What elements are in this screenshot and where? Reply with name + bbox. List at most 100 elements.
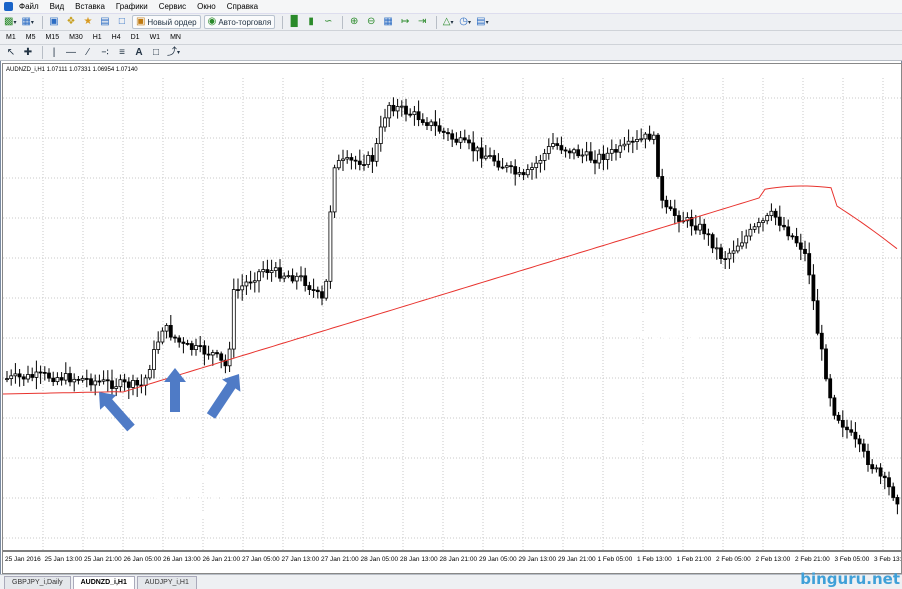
candle-body bbox=[336, 160, 341, 169]
timeframe-d1[interactable]: D1 bbox=[129, 34, 142, 41]
candle-body bbox=[341, 158, 345, 161]
candle-body bbox=[786, 226, 791, 237]
candle-body bbox=[194, 345, 198, 350]
timeframe-h1[interactable]: H1 bbox=[91, 34, 104, 41]
candle-body bbox=[433, 121, 438, 127]
menu-charts[interactable]: Графики bbox=[116, 1, 148, 13]
candle-body bbox=[252, 280, 257, 283]
candle-body bbox=[231, 289, 236, 350]
candle-body bbox=[509, 165, 513, 168]
zoom-in-icon[interactable]: ⊕ bbox=[347, 15, 361, 29]
candle-body bbox=[811, 274, 816, 302]
new-chart-button[interactable]: ▩ ▾ bbox=[3, 15, 17, 29]
candle-body bbox=[26, 374, 30, 380]
candle-body bbox=[601, 153, 606, 160]
candle-body bbox=[366, 155, 371, 165]
text-label-icon[interactable]: □ bbox=[149, 46, 163, 60]
text-tool-icon[interactable]: A bbox=[132, 46, 146, 60]
new-order-button[interactable]: ▣ Новый ордер bbox=[131, 15, 201, 29]
candle-body bbox=[714, 247, 719, 250]
candle-body bbox=[114, 386, 119, 389]
candle-body bbox=[446, 132, 450, 135]
candle-body bbox=[563, 149, 568, 152]
navigator-icon[interactable]: ★ bbox=[81, 15, 95, 29]
tab-gbpjpy[interactable]: GBPJPY_i,Daily bbox=[4, 576, 71, 589]
candle-body bbox=[723, 258, 728, 261]
terminal-icon[interactable]: ▤ bbox=[98, 15, 112, 29]
crosshair-icon[interactable]: ✚ bbox=[21, 46, 35, 60]
candle-body bbox=[605, 152, 610, 160]
timeframe-w1[interactable]: W1 bbox=[148, 34, 163, 41]
candle-body bbox=[542, 153, 547, 161]
tab-audnzd[interactable]: AUDNZD_i,H1 bbox=[72, 576, 135, 589]
candle-body bbox=[362, 164, 366, 166]
candle-body bbox=[395, 106, 400, 112]
cloud-line: от поставщиков bbox=[613, 363, 717, 379]
cloud-line: межбанковского рынка bbox=[590, 437, 740, 453]
cloud-line: котировок. bbox=[629, 382, 701, 397]
candle-body bbox=[782, 224, 786, 228]
timeframe-h4[interactable]: H4 bbox=[110, 34, 123, 41]
candle-body bbox=[719, 247, 723, 260]
candle-body bbox=[618, 145, 623, 153]
candle-body bbox=[882, 475, 887, 479]
auto-trading-button[interactable]: ◉ Авто-торговля bbox=[203, 15, 276, 29]
cursor-icon[interactable]: ↖ bbox=[4, 46, 18, 60]
chart-tab-bar: GBPJPY_i,Daily AUDNZD_i,H1 AUDJPY_i,H1 bbox=[0, 574, 902, 589]
profiles-button[interactable]: ▦ ▾ bbox=[20, 15, 34, 29]
candle-body bbox=[408, 113, 413, 116]
candle-body bbox=[299, 275, 303, 278]
channel-icon[interactable]: ∹ bbox=[98, 46, 112, 60]
templates-icon[interactable]: ▤ ▾ bbox=[475, 15, 489, 29]
line-chart-icon[interactable]: ∽ bbox=[321, 15, 335, 29]
candle-body bbox=[769, 210, 774, 217]
x-axis-label: 1 Feb 05:00 bbox=[598, 556, 633, 563]
menu-file[interactable]: Файл bbox=[19, 1, 39, 13]
timeframe-m5[interactable]: M5 bbox=[24, 34, 38, 41]
menu-window[interactable]: Окно bbox=[197, 1, 216, 13]
candle-body bbox=[731, 250, 736, 254]
x-axis-label: 3 Feb 05:00 bbox=[835, 556, 870, 563]
menu-help[interactable]: Справка bbox=[227, 1, 258, 13]
bar-chart-icon[interactable]: █ bbox=[287, 15, 301, 29]
zoom-out-icon[interactable]: ⊖ bbox=[364, 15, 378, 29]
timeframe-m30[interactable]: M30 bbox=[67, 34, 85, 41]
market-watch-icon[interactable]: ▣ bbox=[47, 15, 61, 29]
candle-body bbox=[467, 139, 471, 144]
data-window-icon[interactable]: ❖ bbox=[64, 15, 78, 29]
timeframe-m1[interactable]: M1 bbox=[4, 34, 18, 41]
tester-icon[interactable]: □ bbox=[115, 15, 129, 29]
candles-icon[interactable]: ▮ bbox=[304, 15, 318, 29]
fibonacci-icon[interactable]: ≡ bbox=[115, 46, 129, 60]
candle-body bbox=[383, 117, 387, 128]
menu-tools[interactable]: Сервис bbox=[159, 1, 186, 13]
candle-body bbox=[488, 155, 492, 157]
candle-body bbox=[609, 149, 614, 154]
arrow-middle bbox=[164, 368, 186, 412]
candle-body bbox=[198, 345, 203, 347]
auto-scroll-icon[interactable]: ↦ bbox=[398, 15, 412, 29]
arrows-icon[interactable]: ⤴ ▾ bbox=[166, 46, 181, 60]
tile-windows-icon[interactable]: ▦ bbox=[381, 15, 395, 29]
horizontal-line-icon[interactable]: — bbox=[64, 46, 78, 60]
indicators-icon[interactable]: △ ▾ bbox=[441, 15, 455, 29]
timeframe-mn[interactable]: MN bbox=[168, 34, 183, 41]
candle-body bbox=[42, 371, 47, 374]
menu-insert[interactable]: Вставка bbox=[75, 1, 105, 13]
auto-trading-label: Авто-торговля bbox=[218, 17, 272, 27]
candle-body bbox=[651, 134, 656, 140]
candle-body bbox=[668, 206, 673, 210]
candle-body bbox=[513, 166, 518, 175]
timeframe-m15[interactable]: M15 bbox=[43, 34, 61, 41]
vertical-line-icon[interactable]: | bbox=[47, 46, 61, 60]
x-axis-label: 26 Jan 21:00 bbox=[203, 556, 241, 563]
menu-view[interactable]: Вид bbox=[50, 1, 64, 13]
trendline-icon[interactable]: ∕ bbox=[81, 46, 95, 60]
candle-body bbox=[866, 450, 870, 465]
menu-bar: Файл Вид Вставка Графики Сервис Окно Спр… bbox=[0, 0, 902, 13]
tab-audjpy[interactable]: AUDJPY_i,H1 bbox=[136, 576, 197, 589]
x-axis-label: 28 Jan 13:00 bbox=[400, 556, 438, 563]
candle-body bbox=[744, 235, 749, 244]
periods-icon[interactable]: ◷ ▾ bbox=[458, 15, 472, 29]
chart-shift-icon[interactable]: ⇥ bbox=[415, 15, 429, 29]
